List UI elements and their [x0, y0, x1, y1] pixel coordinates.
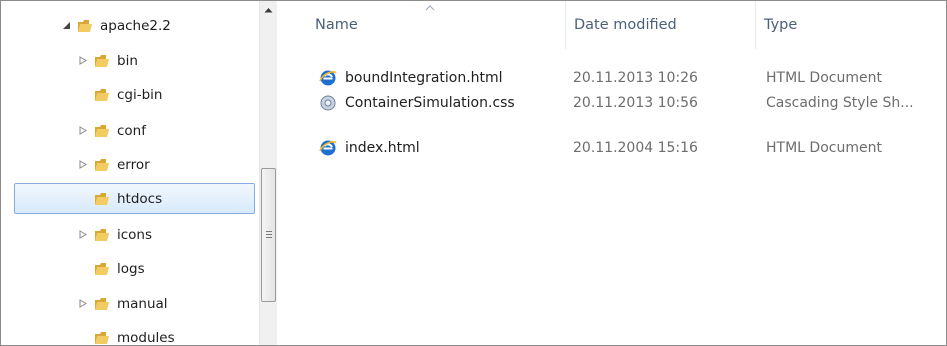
tree-item-cgi-bin[interactable]: cgi-bin: [94, 79, 163, 110]
explorer-window: apache2.2 bin cgi-bin conf error htdocs …: [0, 0, 947, 346]
folder-icon: [94, 53, 110, 69]
file-date: 20.11.2013 10:56: [573, 95, 698, 111]
tree-item-conf[interactable]: conf: [78, 115, 146, 146]
file-row[interactable]: boundIntegration.html 20.11.2013 10:26 H…: [285, 65, 946, 91]
file-type: HTML Document: [766, 140, 882, 156]
file-name: ContainerSimulation.css: [345, 95, 515, 111]
tree-item-label: manual: [117, 295, 168, 312]
tree-item-label: logs: [117, 260, 145, 277]
tree-item-label: apache2.2: [100, 17, 171, 34]
collapsed-triangle-icon[interactable]: [78, 56, 88, 66]
file-date: 20.11.2004 15:16: [573, 140, 698, 156]
ie-html-icon: [319, 69, 337, 87]
file-row[interactable]: ContainerSimulation.css 20.11.2013 10:56…: [285, 90, 946, 116]
scroll-thumb[interactable]: [261, 168, 276, 302]
file-row[interactable]: index.html 20.11.2004 15:16 HTML Documen…: [285, 135, 946, 161]
column-header-row: Name Date modified Type: [285, 1, 946, 49]
tree-item-label: bin: [117, 52, 138, 69]
collapsed-triangle-icon[interactable]: [78, 299, 88, 309]
collapsed-triangle-icon[interactable]: [78, 160, 88, 170]
column-header-name[interactable]: Name: [307, 1, 565, 49]
file-name: index.html: [345, 140, 420, 156]
tree-item-logs[interactable]: logs: [94, 253, 145, 284]
tree-item-icons[interactable]: icons: [78, 219, 152, 250]
column-header-date-modified[interactable]: Date modified: [565, 1, 755, 49]
tree-item-label: conf: [117, 122, 146, 139]
navigation-pane: apache2.2 bin cgi-bin conf error htdocs …: [1, 1, 285, 345]
file-date: 20.11.2013 10:26: [573, 70, 698, 86]
folder-icon: [94, 191, 110, 207]
file-list-pane: Name Date modified Type boundIntegration…: [285, 1, 946, 345]
file-type: Cascading Style Sh...: [766, 95, 914, 111]
tree-item-label: htdocs: [117, 190, 163, 207]
collapsed-triangle-icon[interactable]: [78, 126, 88, 136]
tree-item-label: cgi-bin: [117, 86, 163, 103]
tree-item-bin[interactable]: bin: [78, 45, 138, 76]
column-header-type[interactable]: Type: [755, 1, 946, 49]
tree-item-label: error: [117, 156, 150, 173]
tree-item-label: icons: [117, 226, 153, 243]
folder-icon: [94, 123, 110, 139]
tree-item-label: modules: [117, 329, 175, 346]
tree-item-manual[interactable]: manual: [78, 288, 168, 319]
folder-icon: [94, 296, 110, 312]
scroll-up-arrow-icon[interactable]: [260, 1, 277, 18]
css-file-icon: [319, 94, 337, 112]
tree-item-error[interactable]: error: [78, 149, 150, 180]
folder-icon: [94, 87, 110, 103]
tree-item-apache2-2[interactable]: apache2.2: [61, 10, 171, 41]
tree-item-modules[interactable]: modules: [94, 322, 175, 345]
ie-html-icon: [319, 139, 337, 157]
file-type: HTML Document: [766, 70, 882, 86]
folder-icon: [94, 157, 110, 173]
tree-scrollbar[interactable]: [259, 1, 277, 345]
expanded-triangle-icon[interactable]: [61, 21, 71, 31]
folder-icon: [94, 261, 110, 277]
tree-item-htdocs[interactable]: htdocs: [14, 183, 255, 214]
folder-icon: [94, 227, 110, 243]
folder-icon: [77, 18, 93, 34]
file-name: boundIntegration.html: [345, 70, 503, 86]
grip-icon: [266, 231, 272, 240]
folder-icon: [94, 330, 110, 346]
collapsed-triangle-icon[interactable]: [78, 230, 88, 240]
